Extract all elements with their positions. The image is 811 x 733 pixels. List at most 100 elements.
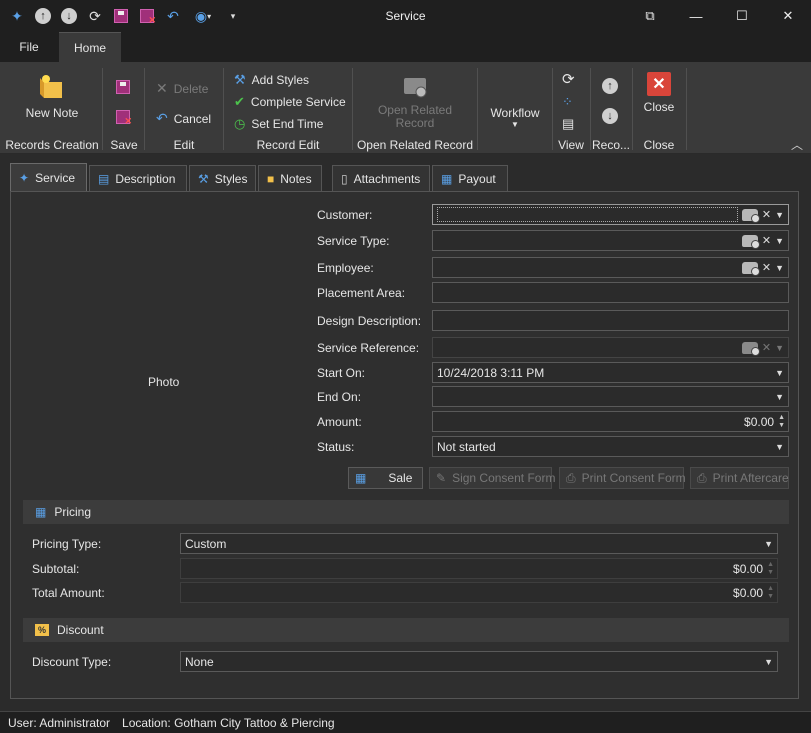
service-reference-field[interactable]: ✕ ▼	[432, 337, 789, 358]
save-close-button[interactable]	[116, 110, 132, 127]
add-styles-button[interactable]: ⚒ Add Styles	[234, 72, 309, 88]
next-record-icon[interactable]: ↓	[61, 8, 77, 24]
sign-consent-form-button[interactable]: ✎ Sign Consent Form	[429, 467, 555, 489]
tab-notes[interactable]: ■ Notes	[258, 165, 322, 191]
close-button[interactable]: ✕ Close	[634, 72, 684, 114]
design-description-field[interactable]	[432, 310, 789, 331]
record-navigation-group: ↑ ↓ Reco...	[592, 66, 630, 152]
title-bar: ✦ ↑ ↓ ⟳ ↶ ◉▾ ▾ Service ⧉ — ☐ ✕	[0, 0, 811, 32]
lookup-icon[interactable]	[741, 234, 760, 249]
next-record-button[interactable]: ↓	[602, 108, 618, 124]
clear-icon[interactable]: ✕	[762, 341, 771, 354]
service-type-field[interactable]: ✕ ▼	[432, 230, 789, 251]
chevron-down-icon[interactable]: ▼	[775, 368, 784, 378]
new-note-button[interactable]: New Note	[24, 72, 80, 120]
previous-record-icon[interactable]: ↑	[35, 8, 51, 24]
lookup-icon[interactable]	[741, 208, 760, 223]
cancel-button[interactable]: ↶ Cancel	[156, 110, 211, 127]
chevron-down-icon[interactable]: ▼	[764, 539, 773, 549]
pricing-type-field[interactable]: Custom ▼	[180, 533, 778, 554]
footsteps-view-button[interactable]: ⁘	[562, 94, 573, 110]
sale-button[interactable]: ▦ Sale	[348, 467, 423, 489]
tab-payout[interactable]: ▦ Payout	[432, 165, 508, 191]
photo-placeholder[interactable]: Photo	[148, 375, 179, 389]
cancel-label: Cancel	[173, 111, 212, 126]
refresh-view-button[interactable]: ⟳	[562, 70, 575, 88]
pricing-section-header[interactable]: ▦ Pricing	[23, 500, 789, 524]
tab-styles[interactable]: ⚒ Styles	[189, 165, 256, 191]
amount-stepper[interactable]: ▲ ▼	[778, 414, 788, 430]
status-value: Not started	[437, 439, 496, 454]
placement-area-label: Placement Area:	[317, 286, 406, 300]
save-icon	[116, 80, 130, 94]
customer-field[interactable]: ✕ ▼	[432, 204, 789, 225]
save-button[interactable]	[116, 80, 130, 94]
ribbon-separator	[144, 68, 145, 150]
new-note-label: New Note	[25, 106, 79, 120]
chevron-down-icon[interactable]: ▼	[775, 210, 784, 220]
lookup-icon[interactable]	[741, 341, 760, 356]
layout-view-button[interactable]: ▤	[562, 116, 574, 132]
close-group-label: Close	[643, 138, 675, 152]
chevron-down-icon[interactable]: ▼	[775, 263, 784, 273]
clear-icon[interactable]: ✕	[762, 261, 771, 274]
maximize-icon[interactable]: ☐	[719, 0, 765, 32]
placement-area-field[interactable]	[432, 282, 789, 303]
tab-service[interactable]: ✦ Service	[10, 163, 87, 191]
discount-type-field[interactable]: None ▼	[180, 651, 778, 672]
discount-section-header[interactable]: % Discount	[23, 618, 789, 642]
chevron-down-icon[interactable]: ▼	[775, 236, 784, 246]
amount-field[interactable]: $0.00 ▲ ▼	[432, 411, 789, 432]
complete-service-button[interactable]: ✔ Complete Service	[234, 94, 346, 110]
end-on-field[interactable]: ▼	[432, 386, 789, 407]
clear-icon[interactable]: ✕	[762, 208, 771, 221]
status-field[interactable]: Not started ▼	[432, 436, 789, 457]
tab-home[interactable]: Home	[59, 32, 121, 62]
delete-icon: ✕	[156, 80, 168, 96]
lookup-icon[interactable]	[741, 261, 760, 276]
customer-label: Customer:	[317, 208, 373, 222]
print-consent-form-label: Print Consent Form	[581, 471, 686, 485]
delete-button[interactable]: ✕ Delete	[156, 80, 208, 97]
save-icon[interactable]	[110, 5, 132, 27]
end-on-label: End On:	[317, 390, 362, 404]
set-end-time-button[interactable]: ◷ Set End Time	[234, 116, 323, 132]
undo-icon[interactable]: ↶	[162, 5, 184, 27]
minimize-icon[interactable]: —	[673, 0, 719, 32]
workflow-button[interactable]: Workflow ▼	[480, 106, 550, 129]
save-close-icon[interactable]	[136, 5, 158, 27]
chevron-down-icon[interactable]: ▼	[775, 343, 784, 353]
attachment-icon: ▯	[341, 171, 348, 186]
restore-icon[interactable]: ⧉	[627, 0, 673, 32]
service-type-label: Service Type:	[317, 234, 390, 248]
previous-record-button[interactable]: ↑	[602, 78, 618, 94]
record-menu-icon[interactable]: ◉ ▾	[188, 5, 218, 27]
tab-description-label: Description	[115, 171, 176, 186]
subtotal-field: $0.00 ▲ ▼	[180, 558, 778, 579]
tab-file[interactable]: File	[10, 32, 48, 62]
customize-qat-icon[interactable]: ▾	[222, 5, 244, 27]
chevron-down-icon[interactable]: ▼	[764, 657, 773, 667]
collapse-ribbon-icon[interactable]: ︿	[791, 136, 803, 153]
service-reference-label: Service Reference:	[317, 341, 420, 355]
close-icon[interactable]: ✕	[765, 0, 811, 32]
wand-icon[interactable]: ✦	[6, 5, 28, 27]
print-consent-form-button[interactable]: ⎙ Print Consent Form	[559, 467, 686, 489]
pen-icon: ✎	[436, 471, 447, 485]
ribbon-separator	[102, 68, 103, 150]
chevron-down-icon[interactable]: ▼	[775, 392, 784, 402]
open-related-record-button[interactable]: Open Related Record	[374, 72, 456, 130]
discount-header-label: Discount	[57, 623, 104, 637]
delete-label: Delete	[173, 81, 209, 96]
ribbon-separator	[590, 68, 591, 150]
refresh-icon[interactable]: ⟳	[84, 5, 106, 27]
tab-attachments[interactable]: ▯ Attachments	[332, 165, 430, 191]
employee-field[interactable]: ✕ ▼	[432, 257, 789, 278]
chevron-down-icon[interactable]: ▼	[775, 442, 784, 452]
tab-description[interactable]: ▤ Description	[89, 165, 187, 191]
current-location: Location: Gotham City Tattoo & Piercing	[122, 715, 335, 730]
start-on-field[interactable]: 10/24/2018 3:11 PM ▼	[432, 362, 789, 383]
clear-icon[interactable]: ✕	[762, 234, 771, 247]
reco-group-label: Reco...	[592, 138, 631, 152]
print-aftercare-button[interactable]: ⎙ Print Aftercare	[690, 467, 789, 489]
